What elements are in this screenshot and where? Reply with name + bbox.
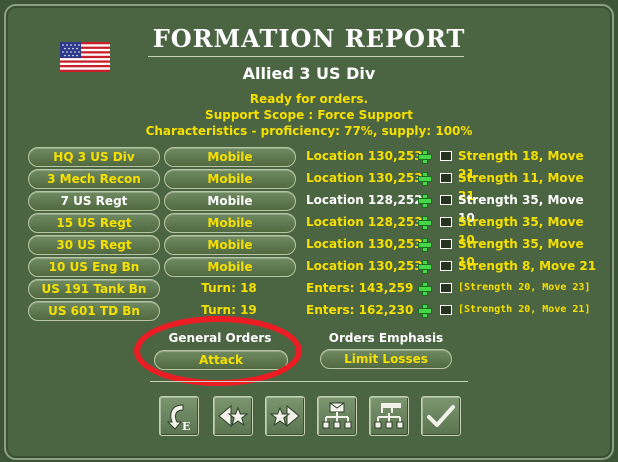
unit-row: 15 US Regt Mobile Location 128,253 Strength… [28, 213, 598, 247]
unit-row: 30 US Regt Mobile Location 130,253 Strength… [28, 235, 598, 269]
tank-destroyer-unit-icon [440, 305, 452, 315]
plus-icon[interactable] [418, 260, 432, 274]
plus-icon[interactable] [418, 304, 432, 318]
unit-name-button[interactable]: 7 US Regt [28, 191, 160, 211]
bottom-divider [150, 381, 468, 382]
unit-row: 3 Mech Recon Mobile Location 130,253 Streng… [28, 169, 598, 203]
unit-mode-button[interactable]: Mobile [164, 257, 296, 277]
flag-hierarchy-icon [374, 403, 404, 429]
svg-text:E: E [182, 420, 190, 432]
unit-location: Location 130,253 [306, 259, 423, 273]
infantry-unit-icon [440, 195, 452, 205]
infantry-unit-icon [440, 217, 452, 227]
unit-name-button[interactable]: 15 US Regt [28, 213, 160, 233]
title-divider [148, 56, 464, 57]
hq-unit-icon [440, 151, 452, 161]
unit-location: Location 130,253 [306, 237, 423, 251]
unit-row: US 601 TD Bn Turn: 19 Enters: 162,230 [Stre… [28, 301, 598, 321]
status-support-scope: Support Scope : Force Support [205, 108, 413, 122]
plus-icon[interactable] [418, 194, 432, 208]
unit-name-button[interactable]: US 601 TD Bn [28, 301, 160, 321]
next-formation-button[interactable] [265, 396, 305, 436]
plus-icon[interactable] [418, 216, 432, 230]
plus-icon[interactable] [418, 150, 432, 164]
orders-emphasis-label: Orders Emphasis [328, 331, 444, 345]
infantry-unit-icon [440, 239, 452, 249]
plus-icon[interactable] [418, 238, 432, 252]
unit-location: Location 130,253 [306, 171, 423, 185]
return-arrow-e-icon: E [166, 404, 190, 432]
unit-row: 10 US Eng Bn Mobile Location 130,253 Streng… [28, 257, 598, 277]
tank-unit-icon [440, 283, 452, 293]
unit-name-button[interactable]: 30 US Regt [28, 235, 160, 255]
unit-name-button[interactable]: 10 US Eng Bn [28, 257, 160, 277]
highlight-oval [134, 316, 302, 386]
recon-unit-icon [440, 173, 452, 183]
unit-row: HQ 3 US Div Mobile Location 130,253 Strengt… [28, 147, 598, 181]
message-hierarchy-button[interactable] [317, 396, 357, 436]
previous-formation-icon [218, 404, 249, 428]
unit-mode-button[interactable]: Mobile [164, 235, 296, 255]
confirm-button[interactable] [421, 396, 461, 436]
unit-strength-move: [Strength 20, Move 21] [458, 304, 591, 315]
unit-location: Location 128,253 [306, 215, 423, 229]
unit-strength-move: [Strength 20, Move 23] [458, 282, 591, 293]
unit-arrival-turn: Turn: 18 [201, 281, 257, 295]
unit-mode-button[interactable]: Mobile [164, 169, 296, 189]
plus-icon[interactable] [418, 282, 432, 296]
next-formation-icon [269, 404, 300, 428]
flag-hierarchy-button[interactable] [369, 396, 409, 436]
engineer-unit-icon [440, 261, 452, 271]
unit-location: Enters: 162,230 [306, 303, 414, 317]
plus-icon[interactable] [418, 172, 432, 186]
unit-name-button[interactable]: US 191 Tank Bn [28, 279, 160, 299]
unit-strength-move: Strength 8, Move 21 [458, 259, 597, 273]
return-button[interactable]: E [159, 396, 199, 436]
unit-location: Location 130,253 [306, 149, 423, 163]
unit-mode-button[interactable]: Mobile [164, 213, 296, 233]
unit-mode-button[interactable]: Mobile [164, 147, 296, 167]
unit-row: 7 US Regt Mobile Location 128,252 Strength … [28, 191, 598, 225]
message-hierarchy-icon [322, 402, 352, 429]
unit-location: Location 128,252 [306, 193, 423, 207]
checkmark-icon [427, 405, 455, 427]
previous-formation-button[interactable] [213, 396, 253, 436]
unit-mode-button[interactable]: Mobile [164, 191, 296, 211]
status-ready: Ready for orders. [249, 92, 369, 106]
unit-name-button[interactable]: HQ 3 US Div [28, 147, 160, 167]
status-characteristics: Characteristics - proficiency: 77%, supp… [145, 124, 473, 138]
formation-name: Allied 3 US Div [242, 64, 376, 83]
orders-emphasis-button[interactable]: Limit Losses [320, 349, 452, 369]
unit-location: Enters: 143,259 [306, 281, 414, 295]
unit-name-button[interactable]: 3 Mech Recon [28, 169, 160, 189]
unit-row: US 191 Tank Bn Turn: 18 Enters: 143,259 [St… [28, 279, 598, 299]
